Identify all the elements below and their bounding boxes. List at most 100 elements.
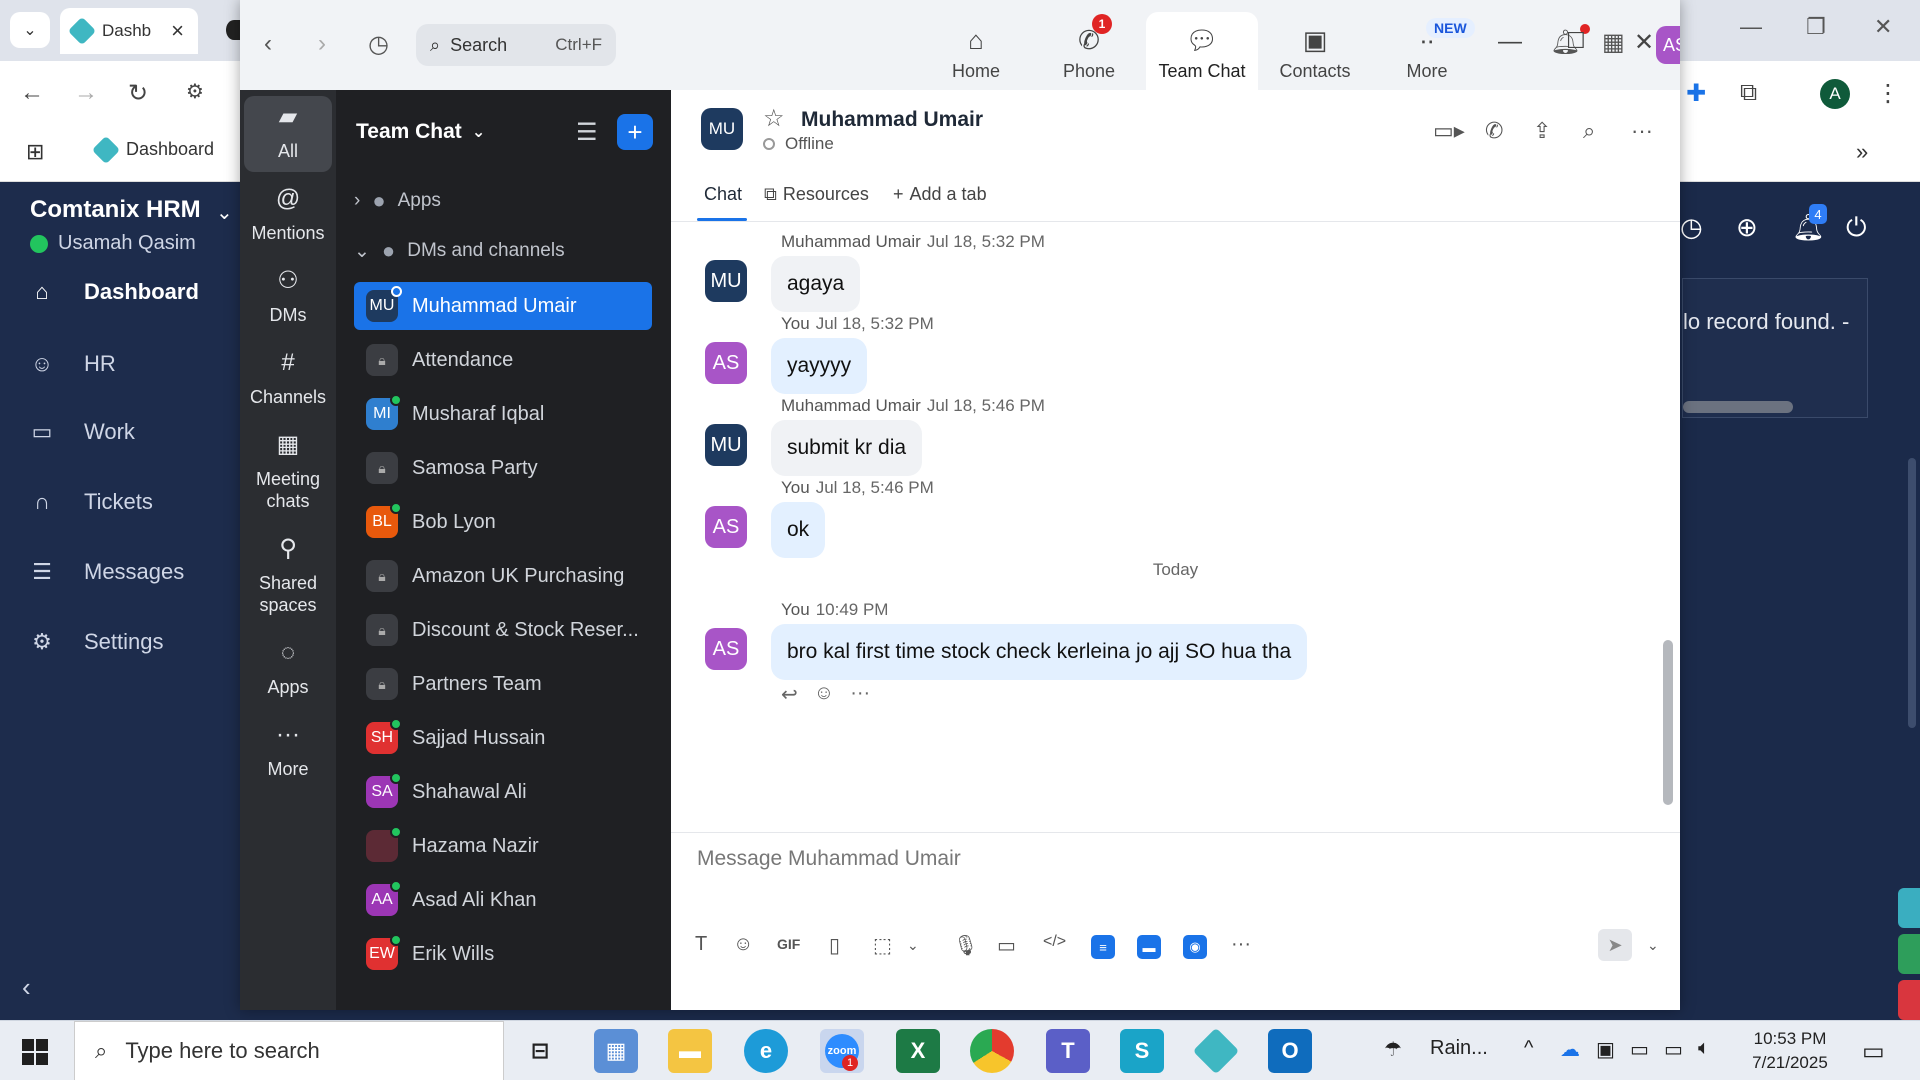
- hrm-nav-messages[interactable]: ☰ Messages: [0, 542, 240, 602]
- tab-team-chat[interactable]: 💬︎ Team Chat: [1146, 12, 1258, 90]
- hrm-brand[interactable]: Comtanix HRM: [30, 196, 201, 224]
- message-composer[interactable]: Message Muhammad Umair T ☺ GIF ▯ ⬚ ⌄ 🎙︎ …: [671, 832, 1680, 1010]
- chrome-icon[interactable]: [970, 1029, 1014, 1073]
- section-dms-channels[interactable]: ⌄ ● DMs and channels: [354, 238, 565, 264]
- message-bubble[interactable]: ok: [771, 502, 826, 558]
- close-tab-icon[interactable]: ×: [171, 18, 184, 44]
- user-avatar[interactable]: AS: [1656, 26, 1680, 64]
- add-reaction-icon[interactable]: ☺: [814, 682, 834, 707]
- browser-minimize-icon[interactable]: —: [1740, 14, 1762, 40]
- rail-dms[interactable]: ⚇ DMs: [244, 269, 332, 326]
- message-bubble[interactable]: agaya: [771, 256, 861, 312]
- message-bubble[interactable]: bro kal first time stock check kerleina …: [771, 624, 1308, 680]
- chevron-down-icon[interactable]: ⌄: [907, 937, 919, 954]
- edge-tab[interactable]: [1898, 888, 1920, 928]
- message-scrollbar[interactable]: [1663, 640, 1673, 805]
- section-apps[interactable]: › ● Apps: [354, 188, 441, 214]
- notification-center-icon[interactable]: ▭: [1862, 1037, 1885, 1066]
- extension-icon[interactable]: ✚: [1686, 79, 1706, 108]
- hrm-nav-settings[interactable]: ⚙ Settings: [0, 612, 240, 672]
- channel-item[interactable]: 🔒︎ Amazon UK Purchasing: [354, 552, 652, 600]
- message-sender[interactable]: You: [781, 600, 810, 619]
- battery-icon[interactable]: ▭: [1630, 1037, 1649, 1062]
- edge-icon[interactable]: e: [744, 1029, 788, 1073]
- task-view-icon[interactable]: ⊟: [518, 1029, 562, 1073]
- maximize-icon[interactable]: ☐: [1566, 28, 1586, 54]
- excel-icon[interactable]: X: [896, 1029, 940, 1073]
- browser-tab-dashboard[interactable]: Dashb ×: [60, 8, 198, 54]
- windows-start-icon[interactable]: [22, 1039, 48, 1065]
- channel-item[interactable]: Hazama Nazir: [354, 822, 652, 870]
- microphone-icon[interactable]: 🎙︎: [953, 933, 978, 958]
- forward-arrow-icon[interactable]: →: [74, 79, 98, 107]
- hrm-nav-tickets[interactable]: ∩ Tickets: [0, 472, 240, 532]
- channel-item[interactable]: EW Erik Wills: [354, 930, 652, 978]
- calculator-icon[interactable]: ▦: [594, 1029, 638, 1073]
- gif-icon[interactable]: GIF: [777, 936, 800, 952]
- video-message-icon[interactable]: ▭: [997, 933, 1016, 958]
- app-icon[interactable]: ≡: [1091, 935, 1115, 959]
- channel-item[interactable]: 🔒︎ Discount & Stock Reser...: [354, 606, 652, 654]
- message-sender[interactable]: Muhammad Umair: [781, 396, 921, 415]
- channel-item[interactable]: SH Sajjad Hussain: [354, 714, 652, 762]
- rail-mentions[interactable]: @ Mentions: [244, 187, 332, 244]
- calendar-icon[interactable]: ▦: [1602, 28, 1625, 57]
- bookmark-dashboard[interactable]: Dashboard: [91, 135, 214, 164]
- page-scrollbar[interactable]: [1908, 458, 1916, 728]
- star-icon[interactable]: ☆: [763, 104, 785, 133]
- channel-item[interactable]: BL Bob Lyon: [354, 498, 652, 546]
- history-icon[interactable]: ◷: [368, 30, 389, 59]
- message-sender[interactable]: Muhammad Umair: [781, 232, 921, 251]
- add-icon[interactable]: ⊕: [1736, 212, 1758, 243]
- volume-icon[interactable]: 🔈︎: [1698, 1037, 1710, 1060]
- chevron-down-icon[interactable]: ⌄: [216, 200, 233, 225]
- reply-icon[interactable]: ↩: [781, 682, 798, 707]
- horizontal-scrollbar[interactable]: [1683, 401, 1793, 413]
- outlook-icon[interactable]: O: [1268, 1029, 1312, 1073]
- message-sender[interactable]: You: [781, 314, 810, 333]
- emoji-icon[interactable]: ☺: [733, 933, 753, 956]
- send-options-chevron-icon[interactable]: ⌄: [1647, 937, 1659, 954]
- app-s-icon[interactable]: S: [1120, 1029, 1164, 1073]
- apps-grid-icon[interactable]: ⊞: [26, 139, 44, 165]
- app-icon[interactable]: ◉: [1183, 935, 1207, 959]
- message-bubble[interactable]: submit kr dia: [771, 420, 923, 476]
- chevron-up-icon[interactable]: ^: [1524, 1037, 1533, 1060]
- search-icon[interactable]: ⌕: [1583, 118, 1595, 144]
- message-avatar[interactable]: MU: [705, 424, 747, 466]
- back-arrow-icon[interactable]: ←: [20, 79, 44, 107]
- add-tab-button[interactable]: + Add a tab: [893, 184, 987, 205]
- share-screen-icon[interactable]: ⇪: [1533, 118, 1551, 144]
- channel-item[interactable]: 🔒︎ Partners Team: [354, 660, 652, 708]
- contact-avatar[interactable]: MU: [701, 108, 743, 150]
- hrm-nav-work[interactable]: ▭ Work: [0, 402, 240, 462]
- channel-item[interactable]: AA Asad Ali Khan: [354, 876, 652, 924]
- device-icon[interactable]: ▣: [1596, 1037, 1615, 1062]
- extensions-puzzle-icon[interactable]: ⧉: [1740, 79, 1757, 107]
- site-settings-icon[interactable]: ⚙: [186, 79, 204, 104]
- video-call-icon[interactable]: ▭▸: [1433, 118, 1465, 144]
- message-input[interactable]: Message Muhammad Umair: [697, 847, 961, 871]
- network-icon[interactable]: ▭: [1664, 1037, 1683, 1062]
- contact-name[interactable]: Muhammad Umair: [801, 108, 983, 132]
- message-sender[interactable]: You: [781, 478, 810, 497]
- zoom-search-input[interactable]: ⌕ Search Ctrl+F: [416, 24, 616, 66]
- message-bubble[interactable]: yayyyy: [771, 338, 868, 394]
- more-options-icon[interactable]: ···: [1231, 933, 1251, 956]
- code-icon[interactable]: </>: [1043, 933, 1066, 951]
- system-clock[interactable]: 10:53 PM 7/21/2025: [1735, 1027, 1845, 1075]
- rail-channels[interactable]: # Channels: [244, 351, 332, 408]
- forward-icon[interactable]: ›: [318, 30, 326, 58]
- chat-list-title[interactable]: Team Chat ⌄: [356, 120, 485, 144]
- file-icon[interactable]: ▯: [829, 933, 840, 958]
- close-icon[interactable]: ✕: [1634, 28, 1654, 57]
- tab-contacts[interactable]: ▣ Contacts: [1259, 12, 1371, 90]
- phone-call-icon[interactable]: ✆: [1485, 118, 1503, 144]
- edge-tab[interactable]: [1898, 934, 1920, 974]
- onedrive-icon[interactable]: ☁: [1560, 1037, 1580, 1062]
- reload-icon[interactable]: ↻: [128, 79, 148, 108]
- rail-apps[interactable]: ◌ Apps: [244, 641, 332, 698]
- profile-avatar[interactable]: A: [1820, 79, 1850, 109]
- tab-search-button[interactable]: ⌄: [10, 12, 50, 48]
- new-chat-button[interactable]: +: [617, 114, 653, 150]
